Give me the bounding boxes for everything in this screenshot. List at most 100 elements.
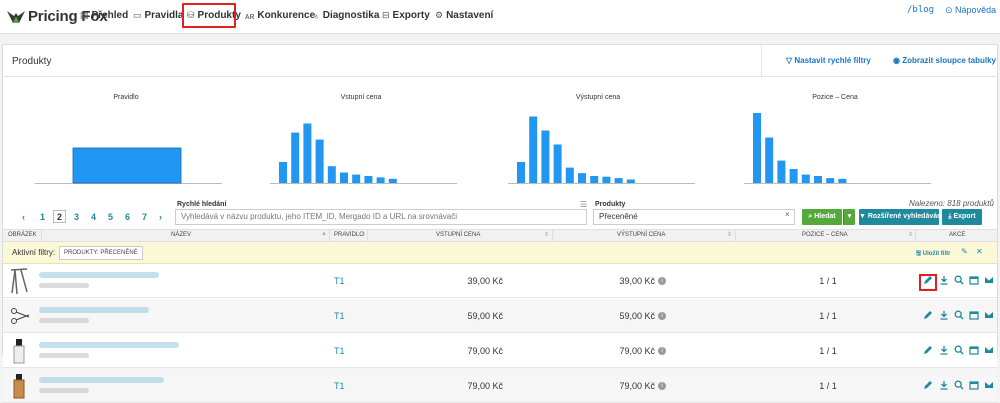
sort-asc-icon[interactable]: ▲ [321,231,327,237]
search-button[interactable]: ⌕ Hledat [802,209,842,225]
search-dropdown-button[interactable]: ▾ [843,209,855,225]
info-icon[interactable]: i [658,312,666,320]
download-icon[interactable] [938,344,950,356]
nav-item-nastaveni[interactable]: ⚙ Nastavení [435,10,493,21]
pagination-page-5[interactable]: 5 [108,212,113,222]
pagination-next[interactable]: › [159,212,162,222]
chart-vystupni-cena[interactable] [508,101,695,189]
chart-bar[interactable] [777,160,786,183]
blog-link[interactable]: /blog [907,5,934,15]
product-name-blurred[interactable] [39,272,159,278]
nav-item-pravidla[interactable]: ▭ Pravidla [133,10,183,21]
pagination-page-1[interactable]: 1 [40,212,45,222]
table-row[interactable]: T1 59,00 Kč 59,00 Kč i 1 / 1 [3,299,997,333]
table-row[interactable]: T1 39,00 Kč 39,00 Kč i 1 / 1 [3,264,997,298]
edit-icon[interactable] [922,344,934,356]
table-row[interactable]: T1 79,00 Kč 79,00 Kč i 1 / 1 [3,369,997,403]
chart-bar[interactable] [578,173,586,183]
crown-icon[interactable] [983,379,995,391]
advanced-search-button[interactable]: ▼ Rozšířené vyhledávání [859,209,943,225]
set-quick-filters-button[interactable]: ▽ Nastavit rychlé filtry [786,56,871,65]
search-detail-icon[interactable] [953,379,965,391]
chart-bar[interactable] [529,116,538,184]
nav-item-diagnostika[interactable]: ♁ Diagnostika [313,10,379,21]
chart-bar[interactable] [327,166,336,183]
nav-item-prehled[interactable]: ▤ Přehled [80,10,128,21]
calendar-icon[interactable] [968,379,980,391]
calendar-icon[interactable] [968,309,980,321]
chart-bar[interactable] [352,174,361,183]
chart-bar[interactable] [553,144,562,184]
edit-icon[interactable] [922,309,934,321]
quick-search-input[interactable]: Vyhledává v názvu produktu, jeho ITEM_ID… [175,209,587,225]
edit-filter-icon[interactable]: ✎ [961,247,968,256]
export-button[interactable]: ⤓ Export [942,209,982,225]
show-columns-button[interactable]: ◉ Zobrazit sloupce tabulky [893,56,996,65]
chart-bar[interactable] [801,174,810,183]
products-filter-select[interactable]: Přeceněné [593,209,795,225]
rule-link[interactable]: T1 [334,346,345,356]
search-detail-icon[interactable] [953,344,965,356]
chart-bar[interactable] [376,177,385,183]
search-detail-icon[interactable] [953,274,965,286]
chart-bar[interactable] [388,178,397,183]
rule-link[interactable]: T1 [334,381,345,391]
chart-bar[interactable] [590,176,599,183]
chart-bar[interactable] [291,132,300,183]
chart-bar[interactable] [517,162,525,183]
th-nazev[interactable]: NÁZEV [171,232,191,238]
pagination-prev[interactable]: ‹ [22,212,25,222]
list-icon[interactable]: ☰ [580,200,587,209]
chart-bar[interactable] [565,167,574,183]
chart-bar[interactable] [364,176,373,183]
sort-icon[interactable]: ⇕ [727,231,732,238]
crown-icon[interactable] [983,344,995,356]
chart-bar[interactable] [626,179,635,184]
chart-bar[interactable] [315,139,324,183]
info-icon[interactable]: i [658,277,666,285]
pagination-page-3[interactable]: 3 [74,212,79,222]
sort-icon[interactable]: ⇕ [908,231,913,238]
help-link[interactable]: ⊙ Nápověda [945,5,996,16]
chart-bar[interactable] [838,178,847,183]
crown-icon[interactable] [983,274,995,286]
chart-bar[interactable] [789,169,798,183]
th-vystupni-cena[interactable]: VÝSTUPNÍ CENA [617,232,665,238]
pagination-page-7[interactable]: 7 [142,212,147,222]
download-icon[interactable] [938,274,950,286]
product-name-blurred[interactable] [39,342,179,348]
info-icon[interactable]: i [658,347,666,355]
chart-bar[interactable] [753,113,761,183]
rule-link[interactable]: T1 [334,311,345,321]
chart-bar[interactable] [602,176,611,183]
chart-bar[interactable] [541,130,550,184]
sort-icon[interactable]: ⇕ [544,231,549,238]
chart-vstupni-cena[interactable] [270,101,457,189]
download-icon[interactable] [938,309,950,321]
nav-item-exporty[interactable]: ⊟ Exporty [382,10,430,21]
info-icon[interactable]: i [658,382,666,390]
chart-bar[interactable] [826,178,835,183]
pagination-page-4[interactable]: 4 [91,212,96,222]
nav-item-konkurence[interactable]: ᴀʀ Konkurence [245,10,315,21]
chart-bar[interactable] [614,178,623,183]
th-pozice-cena[interactable]: POZICE – CENA [802,232,848,238]
chart-bar[interactable] [72,147,182,184]
rule-link[interactable]: T1 [334,276,345,286]
chart-bar[interactable] [814,176,822,183]
product-name-blurred[interactable] [39,307,149,313]
chart-bar[interactable] [303,123,312,184]
calendar-icon[interactable] [968,274,980,286]
edit-icon[interactable] [922,379,934,391]
active-filter-chip[interactable]: PRODUKTY: PŘECENĚNÉ [59,246,143,260]
th-pravidlo[interactable]: PRAVIDLO [334,232,364,238]
sort-icon[interactable]: ⇕ [361,231,366,238]
save-filter-button[interactable]: 🖫 Uložit filtr [916,249,950,259]
crown-icon[interactable] [983,309,995,321]
chart-bar[interactable] [279,162,287,183]
download-icon[interactable] [938,379,950,391]
table-row[interactable]: T1 79,00 Kč 79,00 Kč i 1 / 1 [3,334,997,368]
th-vstupni-cena[interactable]: VSTUPNÍ CENA [436,232,480,238]
pagination-page-6[interactable]: 6 [125,212,130,222]
clear-icon[interactable]: × [785,210,790,219]
